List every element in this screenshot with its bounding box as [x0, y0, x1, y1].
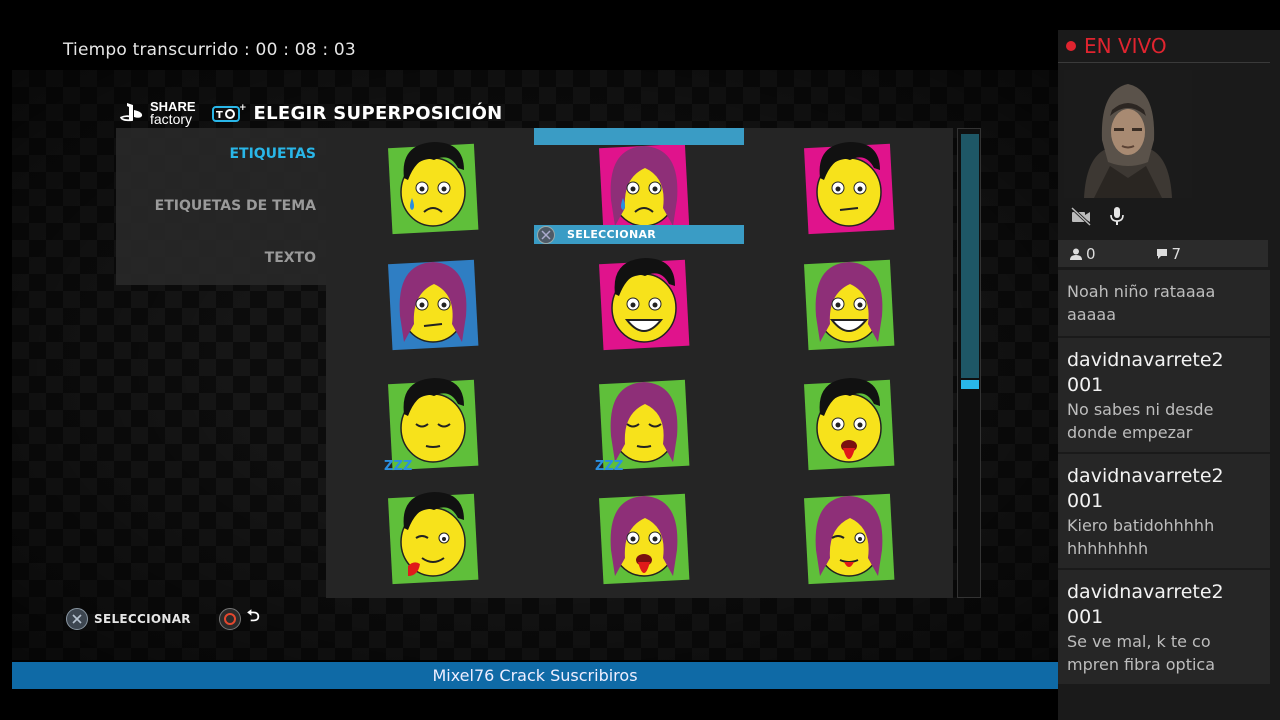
- chat-message: davidnavarrete2 001 No sabes ni desde do…: [1058, 338, 1270, 452]
- theme-plus-icon: T +: [211, 103, 246, 122]
- select-hint-label: SELECCIONAR: [94, 611, 191, 626]
- microphone-icon: [1110, 207, 1124, 225]
- viewer-count-value: 0: [1086, 244, 1096, 263]
- sharefactory-header: SHARE factory T + ELEGIR SUPERPOSICIÓN: [118, 100, 503, 126]
- comment-count-value: 7: [1171, 244, 1182, 263]
- selection-label: SELECCIONAR: [567, 228, 657, 241]
- chat-message-text: hhhhhhhh: [1067, 539, 1149, 558]
- live-label: EN VIVO: [1084, 34, 1167, 58]
- sticker-boy-tongue[interactable]: [794, 366, 904, 476]
- category-menu: ETIQUETAS ETIQUETAS DE TEMA TEXTO: [116, 128, 326, 285]
- chat-message-text: Kiero batidohhhhh: [1067, 516, 1215, 535]
- chat-username: 001: [1067, 606, 1104, 628]
- sticker-boy-meh[interactable]: [794, 130, 904, 240]
- selection-highlight-top: [534, 128, 744, 145]
- cross-button-icon: [537, 225, 555, 244]
- live-indicator: EN VIVO: [1066, 34, 1167, 58]
- sticker-girl-tongue[interactable]: [589, 480, 699, 590]
- game-screen: SHARE factory T + ELEGIR SUPERPOSICIÓN E…: [12, 70, 1058, 660]
- live-sidebar: EN VIVO 0 7 Noah niño rataaaa aaaaa davi…: [1058, 30, 1280, 720]
- sticker-girl-crying[interactable]: [589, 130, 699, 240]
- comment-count: 7: [1156, 244, 1182, 263]
- chat-username: davidnavarrete2: [1067, 349, 1224, 371]
- viewer-count: 0: [1070, 245, 1096, 263]
- media-status: [1070, 206, 1142, 226]
- cross-button-icon[interactable]: [66, 607, 88, 630]
- menu-item-texto[interactable]: TEXTO: [265, 250, 316, 266]
- divider: [1058, 62, 1270, 63]
- chat-message-text: Noah niño rataaaa: [1067, 282, 1216, 301]
- chat-message: Noah niño rataaaa aaaaa: [1058, 270, 1270, 336]
- chat-username: 001: [1067, 374, 1104, 396]
- svg-text:ZZZ: ZZZ: [384, 459, 412, 474]
- button-hints: SELECCIONAR ⮌: [66, 605, 260, 632]
- menu-item-etiquetas-de-tema[interactable]: ETIQUETAS DE TEMA: [155, 198, 316, 214]
- menu-item-etiquetas[interactable]: ETIQUETAS: [229, 146, 316, 162]
- chat-message-text: donde empezar: [1067, 423, 1193, 442]
- chat-message-text: mpren fibra optica: [1067, 655, 1216, 674]
- sticker-girl-wink[interactable]: [794, 480, 904, 590]
- scrollbar-thumb[interactable]: [961, 380, 979, 389]
- chat-message: davidnavarrete2 001 Kiero batidohhhhh hh…: [1058, 454, 1270, 568]
- chat-message-text: No sabes ni desde: [1067, 400, 1214, 419]
- scrollbar[interactable]: [957, 128, 981, 598]
- selection-prompt[interactable]: SELECCIONAR: [534, 225, 744, 244]
- sticker-boy-wink-tongue[interactable]: [378, 480, 488, 590]
- comment-icon: [1156, 248, 1167, 259]
- sticker-boy-grin[interactable]: [589, 246, 699, 356]
- back-arrow-icon[interactable]: ⮌: [247, 605, 260, 632]
- sticker-girl-meh[interactable]: [378, 246, 488, 356]
- sticker-girl-grin[interactable]: [794, 246, 904, 356]
- chat-message-text: aaaaa: [1067, 305, 1117, 324]
- stream-stats: 0 7: [1058, 240, 1268, 267]
- streamer-camera-thumbnail: [1064, 70, 1192, 198]
- sharefactory-logo: SHARE factory: [150, 100, 196, 126]
- sticker-grid: SELECCIONAR ZZZ ZZZ: [326, 128, 953, 598]
- sticker-girl-sleep[interactable]: ZZZ: [589, 366, 699, 476]
- chat-message: davidnavarrete2 001 Se ve mal, k te co m…: [1058, 570, 1270, 684]
- person-icon: [1070, 248, 1082, 260]
- sticker-boy-sleep[interactable]: ZZZ: [378, 366, 488, 476]
- stream-banner: Mixel76 Crack Suscribiros: [12, 662, 1058, 689]
- chat-username: davidnavarrete2: [1067, 465, 1224, 487]
- elapsed-time: Tiempo transcurrido : 00 : 08 : 03: [63, 40, 356, 60]
- live-dot-icon: [1066, 41, 1076, 51]
- chat-username: 001: [1067, 490, 1104, 512]
- svg-text:+: +: [239, 103, 246, 113]
- playstation-logo-icon: [120, 103, 143, 122]
- camera-off-icon: [1070, 206, 1092, 226]
- chat-username: davidnavarrete2: [1067, 581, 1224, 603]
- circle-button-icon[interactable]: [218, 607, 241, 630]
- chat-message-text: Se ve mal, k te co: [1067, 632, 1211, 651]
- page-title: ELEGIR SUPERPOSICIÓN: [253, 102, 503, 124]
- factory-text: factory: [150, 111, 193, 127]
- scrollbar-track: [961, 134, 979, 378]
- svg-text:T: T: [216, 110, 223, 121]
- svg-text:ZZZ: ZZZ: [595, 459, 623, 474]
- sticker-boy-crying[interactable]: [378, 130, 488, 240]
